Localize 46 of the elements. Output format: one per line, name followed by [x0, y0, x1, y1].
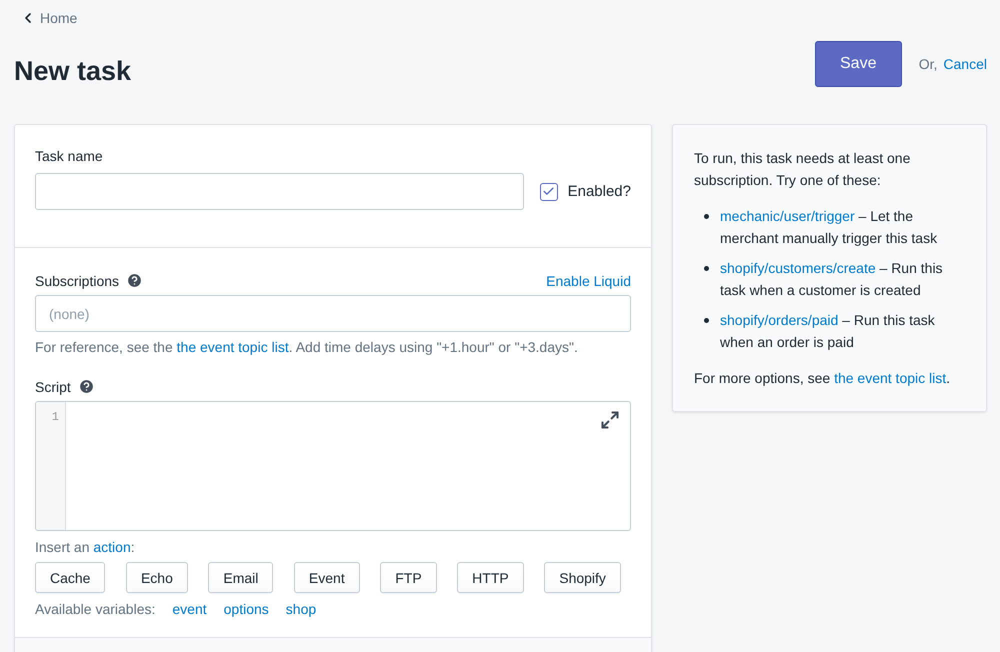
- checkbox[interactable]: [540, 182, 558, 200]
- back-link[interactable]: Home: [20, 10, 78, 26]
- action-link[interactable]: action: [93, 539, 131, 555]
- suggestion-text: shopify/orders/paid – Run this task when an order is paid: [720, 311, 936, 352]
- suggestion-text: shopify/customers/create – Run this task when a customer is created: [720, 259, 944, 300]
- more-options-text: For more options, see the event topic list.: [694, 369, 952, 388]
- suggestion-text: mechanic/user/trigger – Let the merchant manually trigger this task: [720, 207, 938, 248]
- field-label: Task name: [35, 148, 103, 164]
- action-button[interactable]: HTTP: [457, 562, 524, 593]
- expand-icon[interactable]: [600, 410, 620, 430]
- help-icon[interactable]: [126, 272, 144, 289]
- intro-text: To run, this task needs at least one subscription. Try one of these:: [694, 149, 912, 190]
- page-title: New task: [14, 56, 132, 86]
- action-button[interactable]: Event: [294, 562, 360, 593]
- event-topic-link[interactable]: the event topic list: [176, 339, 289, 355]
- bullet-icon: [704, 266, 709, 271]
- variable-link[interactable]: event: [172, 601, 207, 617]
- variable-link[interactable]: shop: [286, 601, 316, 617]
- insert-action-text: Insert an action:: [35, 539, 136, 555]
- action-button[interactable]: Shopify: [544, 562, 621, 593]
- task-name-input[interactable]: [35, 173, 524, 210]
- or-text: Or,: [918, 56, 938, 72]
- line-number-gutter: 1: [36, 402, 66, 530]
- topic-link[interactable]: mechanic/user/trigger: [720, 208, 855, 224]
- bullet-icon: [704, 318, 709, 323]
- event-topic-link[interactable]: the event topic list: [834, 370, 946, 386]
- variables-label: Available variables:: [35, 601, 156, 617]
- action-button[interactable]: Email: [208, 562, 274, 593]
- action-button[interactable]: Cache: [35, 562, 106, 593]
- field-label: Subscriptions: [35, 272, 120, 288]
- code-editor[interactable]: 1: [35, 401, 631, 531]
- enable-liquid-link[interactable]: Enable Liquid: [546, 272, 631, 288]
- field-label: Script: [35, 378, 71, 394]
- cancel-link[interactable]: Cancel: [943, 56, 987, 72]
- variable-link[interactable]: options: [224, 601, 269, 617]
- help-icon[interactable]: [78, 378, 95, 395]
- topic-link[interactable]: shopify/customers/create: [720, 260, 876, 276]
- subscriptions-input[interactable]: (none): [35, 295, 631, 332]
- save-button[interactable]: Save: [814, 41, 902, 87]
- check-icon: [542, 185, 556, 198]
- checkbox-label: Enabled?: [568, 183, 631, 200]
- topic-link[interactable]: shopify/orders/paid: [720, 312, 838, 328]
- action-button[interactable]: FTP: [380, 562, 437, 593]
- bullet-icon: [704, 214, 709, 219]
- action-button[interactable]: Echo: [126, 562, 188, 593]
- help-text: For reference, see the the event topic list. Add time delays using "+1.hour" or "+3.days".: [35, 339, 579, 355]
